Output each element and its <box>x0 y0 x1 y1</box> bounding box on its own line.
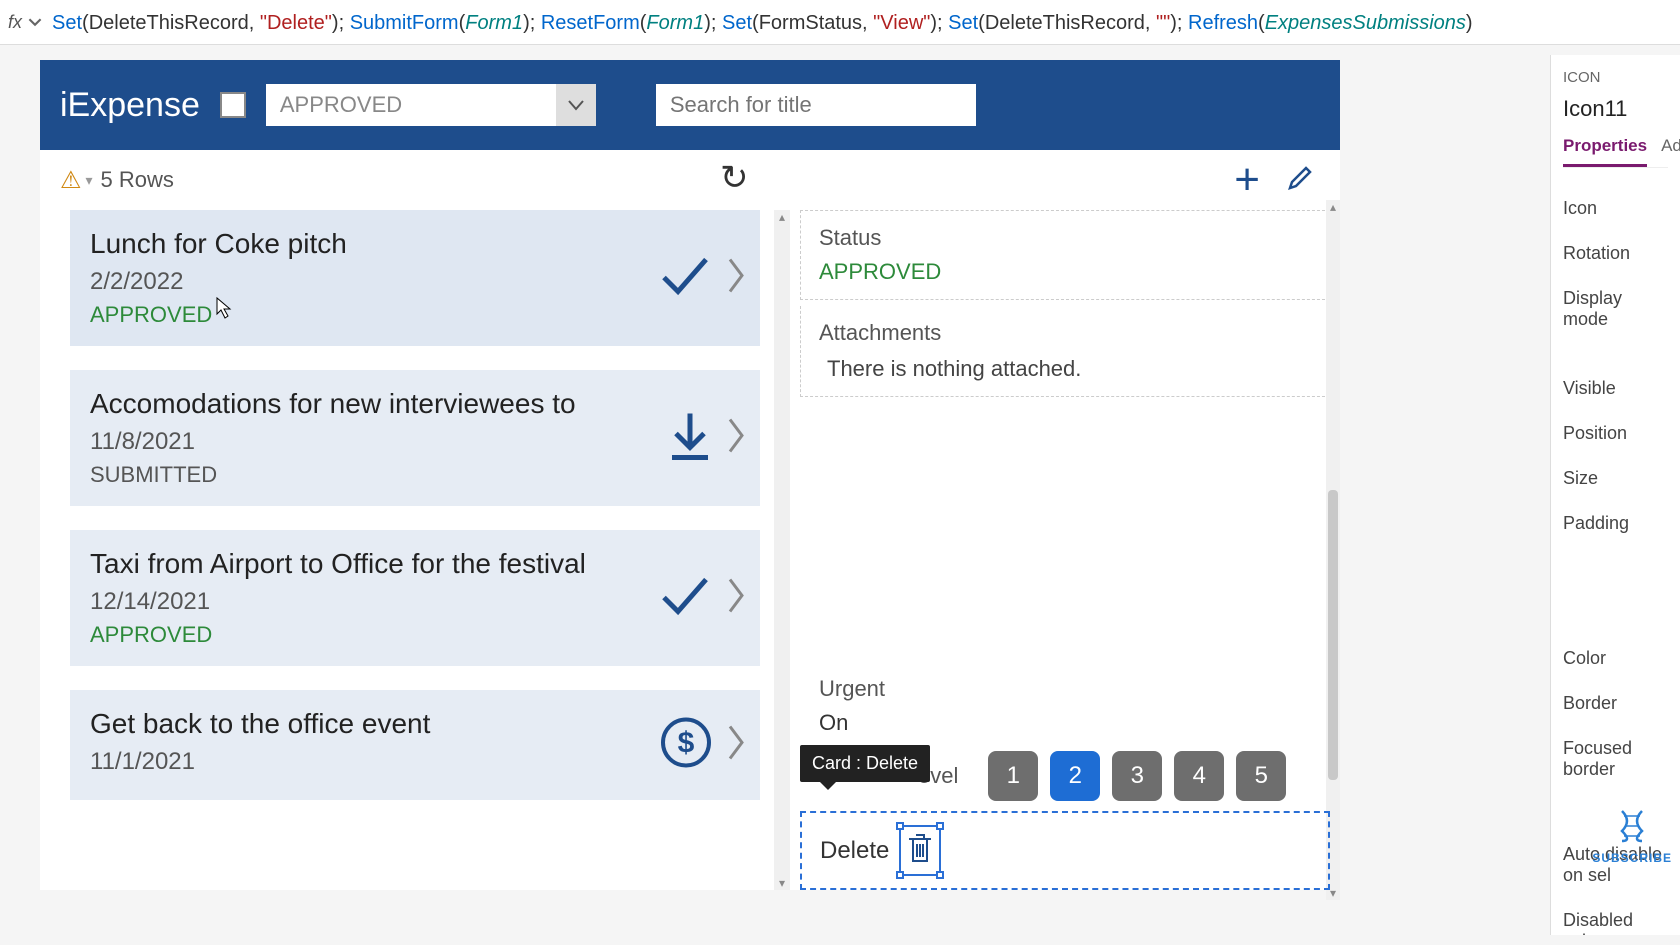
main-area: Lunch for Coke pitch 2/2/2022 APPROVED Acco… <box>40 210 1340 890</box>
formula-text[interactable]: Set(DeleteThisRecord, "Delete"); SubmitF… <box>52 10 1473 35</box>
chevron-down-icon[interactable]: ▾ <box>86 172 93 189</box>
prop-row[interactable]: Icon <box>1563 186 1668 231</box>
control-name: Icon11 <box>1563 96 1668 122</box>
level-button-2[interactable]: 2 <box>1050 751 1100 801</box>
list-toolbar: ⚠ ▾ 5 Rows ↻ + <box>40 150 1340 210</box>
prop-row[interactable]: Position <box>1563 411 1668 456</box>
prop-row[interactable]: Disabled color <box>1563 898 1668 935</box>
filter-checkbox[interactable] <box>220 92 246 118</box>
card-tooltip: Card : Delete <box>800 745 930 782</box>
app-header: iExpense APPROVED <box>40 60 1340 150</box>
item-date: 11/8/2021 <box>90 428 740 456</box>
download-icon[interactable] <box>668 410 712 467</box>
add-icon[interactable]: + <box>1234 155 1260 205</box>
subscribe-label: SUBSCRIBE <box>1592 851 1672 865</box>
item-date: 2/2/2022 <box>90 268 740 296</box>
prop-row[interactable]: Focused border <box>1563 726 1668 792</box>
attachments-label: Attachments <box>819 320 1311 346</box>
level-button-4[interactable]: 4 <box>1174 751 1224 801</box>
item-title: Taxi from Airport to Office for the fest… <box>90 548 740 580</box>
list-item[interactable]: Accomodations for new interviewees to 11/… <box>70 370 760 506</box>
item-title: Get back to the office event <box>90 708 740 740</box>
chevron-right-icon[interactable] <box>726 256 746 301</box>
app-title: iExpense <box>60 86 200 125</box>
fx-label: fx <box>8 12 22 33</box>
list-item[interactable]: Get back to the office event 11/1/2021$ <box>70 690 760 800</box>
scroll-up-icon[interactable]: ▴ <box>1326 200 1340 214</box>
search-input[interactable] <box>656 84 976 126</box>
status-label: Status <box>819 225 1311 251</box>
status-card: Status APPROVED <box>800 210 1330 300</box>
urgent-label: Urgent <box>819 676 1311 702</box>
list-scrollbar[interactable]: ▴ ▾ <box>774 210 790 890</box>
props-tabs: Properties Adva <box>1563 136 1668 168</box>
properties-panel: ICON Icon11 Properties Adva IconRotation… <box>1550 55 1680 935</box>
chevron-down-icon[interactable] <box>28 15 42 29</box>
prop-row[interactable]: Padding <box>1563 501 1668 546</box>
warning-icon[interactable]: ⚠ <box>60 166 82 195</box>
scroll-down-icon[interactable]: ▾ <box>774 876 790 890</box>
row-count-label: 5 Rows <box>101 167 174 193</box>
prop-row[interactable]: Size <box>1563 456 1668 501</box>
check-icon[interactable] <box>658 254 712 303</box>
tab-advanced[interactable]: Adva <box>1661 136 1680 167</box>
chevron-right-icon[interactable] <box>726 576 746 621</box>
item-title: Lunch for Coke pitch <box>90 228 740 260</box>
item-date: 11/1/2021 <box>90 748 740 776</box>
svg-text:$: $ <box>678 727 695 760</box>
list-item[interactable]: Taxi from Airport to Office for the fest… <box>70 530 760 666</box>
refresh-icon[interactable]: ↻ <box>720 158 749 198</box>
prop-row[interactable]: Rotation <box>1563 231 1668 276</box>
dropdown-button[interactable] <box>556 84 596 126</box>
tab-properties[interactable]: Properties <box>1563 136 1647 167</box>
detail-panel: ▴ ▾ Status APPROVED Attachments There is… <box>790 210 1340 890</box>
trash-icon[interactable] <box>905 831 935 865</box>
status-dropdown[interactable]: APPROVED <box>266 84 596 126</box>
prop-row[interactable]: Visible <box>1563 366 1668 411</box>
edit-icon[interactable] <box>1284 162 1316 199</box>
item-date: 12/14/2021 <box>90 588 740 616</box>
item-status: APPROVED <box>90 302 740 328</box>
trash-icon-selection[interactable] <box>899 825 941 876</box>
chevron-right-icon[interactable] <box>726 416 746 461</box>
item-status: APPROVED <box>90 622 740 648</box>
prop-row[interactable]: Display mode <box>1563 276 1668 342</box>
chevron-right-icon[interactable] <box>726 723 746 768</box>
item-title: Accomodations for new interviewees to <box>90 388 740 420</box>
dropdown-value: APPROVED <box>280 92 402 118</box>
props-section-label: ICON <box>1563 69 1668 86</box>
level-card: Card : Delete evel 12345 <box>800 747 1330 805</box>
formula-bar[interactable]: fx Set(DeleteThisRecord, "Delete"); Subm… <box>0 0 1680 45</box>
dna-icon <box>1612 806 1652 846</box>
attachments-value: There is nothing attached. <box>819 356 1311 382</box>
delete-label: Delete <box>820 837 889 865</box>
subscribe-badge[interactable]: SUBSCRIBE <box>1592 806 1672 865</box>
item-status: SUBMITTED <box>90 462 740 488</box>
dollar-icon[interactable]: $ <box>660 717 712 774</box>
scroll-up-icon[interactable]: ▴ <box>774 210 790 224</box>
level-button-5[interactable]: 5 <box>1236 751 1286 801</box>
urgent-card: Urgent On <box>800 665 1330 747</box>
expense-list: Lunch for Coke pitch 2/2/2022 APPROVED Acco… <box>40 210 790 890</box>
attachments-card: Attachments There is nothing attached. <box>800 306 1330 397</box>
prop-row[interactable]: Color <box>1563 636 1668 681</box>
urgent-value: On <box>819 710 1311 736</box>
delete-card[interactable]: Delete <box>800 811 1330 890</box>
chevron-down-icon <box>567 99 585 111</box>
level-button-3[interactable]: 3 <box>1112 751 1162 801</box>
check-icon[interactable] <box>658 574 712 623</box>
level-button-1[interactable]: 1 <box>988 751 1038 801</box>
app-canvas: iExpense APPROVED ⚠ ▾ 5 Rows ↻ + Lunch f… <box>40 60 1340 890</box>
list-item[interactable]: Lunch for Coke pitch 2/2/2022 APPROVED <box>70 210 760 346</box>
prop-row[interactable]: Border <box>1563 681 1668 726</box>
status-value: APPROVED <box>819 259 1311 285</box>
